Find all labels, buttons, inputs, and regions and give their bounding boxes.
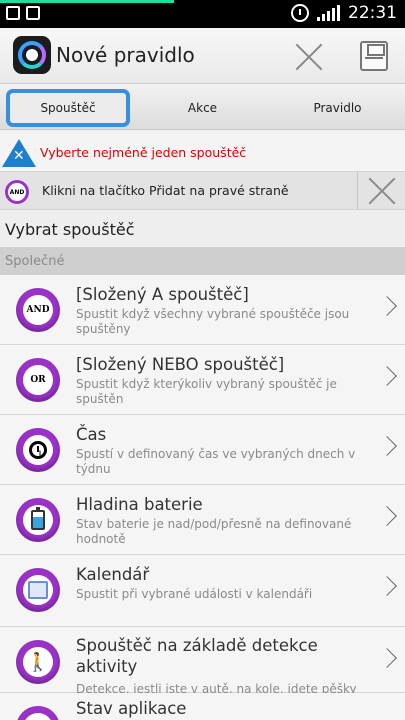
chevron-right-icon <box>377 436 397 456</box>
or-icon: OR <box>16 358 60 402</box>
trigger-description: Spustit když kterýkoliv vybraný spouštěč… <box>76 377 337 406</box>
section-group-header: Společné <box>0 248 405 275</box>
status-right: 22:31 <box>291 3 397 23</box>
trigger-item-battery[interactable]: Hladina baterie Stav baterie je nad/pod/… <box>0 485 405 555</box>
trigger-item-app-state[interactable]: Stav aplikace <box>0 693 405 720</box>
trigger-item-and[interactable]: AND [Složený A spouštěč] Spustit když vš… <box>0 275 405 345</box>
notification-icon <box>6 6 20 20</box>
tab-action[interactable]: Akce <box>140 85 265 130</box>
or-badge-text: OR <box>23 365 53 395</box>
page-title: Nové pravidlo <box>56 43 195 67</box>
chevron-right-icon <box>377 506 397 526</box>
trigger-description: Stav baterie je nad/pod/přesně na defino… <box>76 517 352 546</box>
status-time: 22:31 <box>348 3 397 23</box>
warning-icon: ✕ <box>2 139 36 167</box>
warning-row: ✕ Vyberte nejméně jeden spouštěč <box>0 133 405 171</box>
tab-rule-label: Pravidlo <box>313 100 362 115</box>
dismiss-icon[interactable] <box>367 176 397 206</box>
trigger-title: [Složený NEBO spouštěč] <box>76 355 285 374</box>
signal-icon <box>317 5 340 21</box>
and-icon: AND <box>5 180 29 204</box>
trigger-item-time[interactable]: Čas Spustí v definovaný čas ve vybraných… <box>0 415 405 485</box>
tab-trigger-label: Spouštěč <box>40 100 96 115</box>
trigger-item-calendar[interactable]: Kalendář Spustit při vybrané události v … <box>0 555 405 627</box>
trigger-description: Spustí v definovaný čas ve vybraných dne… <box>76 447 356 476</box>
trigger-description: Spustit při vybrané události v kalendáři <box>76 587 313 601</box>
image-notification-icon <box>26 6 40 20</box>
trigger-title: Čas <box>76 425 107 444</box>
trigger-item-or[interactable]: OR [Složený NEBO spouštěč] Spustit když … <box>0 345 405 415</box>
status-bar: 22:31 <box>0 0 405 28</box>
battery-icon <box>16 498 60 542</box>
section-title: Vybrat spouštěč <box>0 210 405 248</box>
trigger-title: Hladina baterie <box>76 495 203 514</box>
info-text: Klikni na tlačítko Přidat na pravé stran… <box>42 183 289 198</box>
and-badge-text: AND <box>23 295 53 325</box>
tab-rule[interactable]: Pravidlo <box>275 85 400 130</box>
chevron-right-icon <box>377 576 397 596</box>
tab-action-label: Akce <box>187 100 218 115</box>
clock-icon <box>16 428 60 472</box>
action-bar: Nové pravidlo <box>0 28 405 84</box>
tab-trigger[interactable]: Spouštěč <box>4 85 132 130</box>
trigger-title: Stav aplikace <box>76 699 187 718</box>
tab-bar: Spouštěč Akce Pravidlo <box>0 85 405 130</box>
trigger-title: Spouštěč na základě detekce aktivity <box>76 636 318 676</box>
calendar-icon <box>16 568 60 612</box>
status-progress-bar <box>0 0 175 3</box>
and-icon: AND <box>16 288 60 332</box>
alarm-icon <box>291 4 309 22</box>
close-icon[interactable] <box>294 42 324 72</box>
warning-text: Vyberte nejméně jeden spouštěč <box>40 145 247 160</box>
trigger-description: Spustit když všechny vybrané spouštěče j… <box>76 307 350 336</box>
chevron-right-icon <box>377 648 397 668</box>
chevron-right-icon <box>377 366 397 386</box>
app-logo-icon[interactable] <box>13 36 51 74</box>
chevron-right-icon <box>377 296 397 316</box>
save-icon[interactable] <box>360 41 388 71</box>
trigger-list: AND [Složený A spouštěč] Spustit když vš… <box>0 275 405 720</box>
trigger-title: [Složený A spouštěč] <box>76 285 249 304</box>
divider <box>357 172 358 211</box>
notification-icons <box>6 6 40 20</box>
app-icon <box>16 706 60 720</box>
trigger-title: Kalendář <box>76 565 150 584</box>
walking-person-icon: 🚶 <box>16 640 60 684</box>
info-row: AND Klikni na tlačítko Přidat na pravé s… <box>0 171 405 211</box>
trigger-item-activity[interactable]: 🚶 Spouštěč na základě detekce aktivity D… <box>0 627 405 696</box>
